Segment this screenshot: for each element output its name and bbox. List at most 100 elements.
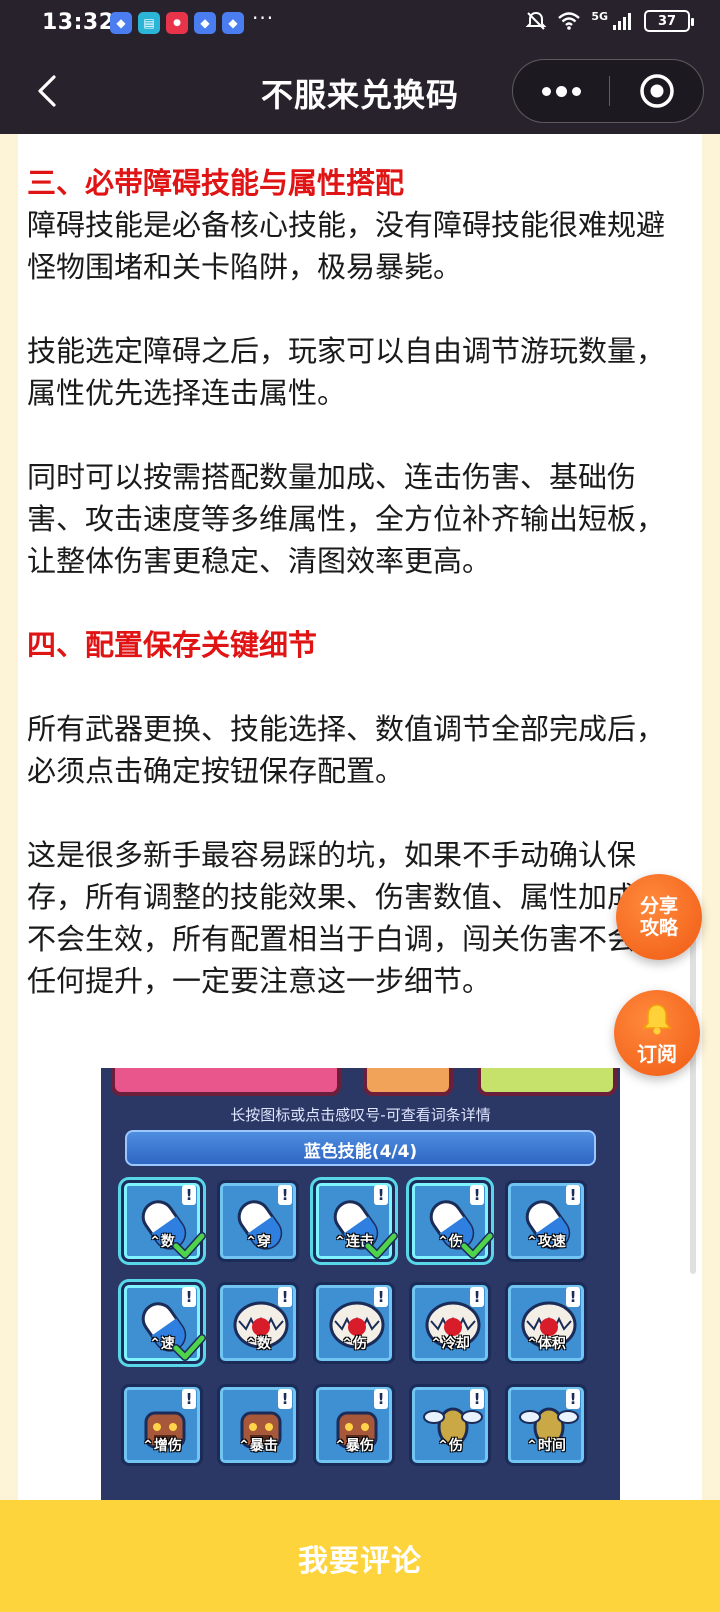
bottom-comment-bar[interactable]: 我要评论 [0,1500,720,1612]
status-time: 13:32 [42,10,115,35]
info-exclamation-icon[interactable]: ! [182,1185,196,1205]
skill-card-drone[interactable]: ! ⌃时间 [505,1384,587,1466]
info-exclamation-icon[interactable]: ! [374,1185,388,1205]
skill-label: ⌃时间 [526,1438,566,1454]
info-exclamation-icon[interactable]: ! [182,1287,196,1307]
status-bar: 13:32 ◆ ▤ ● ◆ ◆ ··· 5G 37 [0,0,720,48]
skill-label: ⌃伤 [437,1438,463,1454]
subscribe-button[interactable]: 订阅 [614,990,700,1076]
checkmark-icon [364,1231,398,1265]
game-banner [477,1068,617,1096]
paragraph: 技能选定障碍之后，玩家可以自由调节游玩数量，属性优先选择连击属性。 [27,334,666,410]
share-guide-button[interactable]: 分享 攻略 [616,874,702,960]
info-exclamation-icon[interactable]: ! [566,1185,580,1205]
info-exclamation-icon[interactable]: ! [278,1389,292,1409]
skill-section-header: 蓝色技能(4/4) [125,1130,596,1166]
skill-card-trap[interactable]: ! ⌃数 [217,1282,299,1364]
book-app-icon: ▤ [138,12,160,34]
skill-card-capsule[interactable]: ! ⌃数 [121,1180,206,1265]
info-exclamation-icon[interactable]: ! [470,1389,484,1409]
info-exclamation-icon[interactable]: ! [182,1389,196,1409]
wifi-icon [558,12,581,30]
more-dot-icon [555,85,567,97]
skill-label: ⌃攻速 [526,1234,566,1250]
paragraph: 这是很多新手最容易踩的坑，如果不手动确认保存，所有调整的技能效果、伤害数值、属性… [27,838,666,998]
skill-card-capsule[interactable]: ! ⌃穿 [217,1180,299,1262]
share-label-line2: 攻略 [639,917,678,939]
title-bar: 不服来兑换码 [0,48,720,134]
status-notification-icons: ◆ ▤ ● ◆ ◆ [110,12,244,34]
skill-card-trap[interactable]: ! ⌃冷却 [409,1282,491,1364]
info-exclamation-icon[interactable]: ! [470,1185,484,1205]
skill-section-title: 蓝色技能(4/4) [303,1142,418,1162]
info-exclamation-icon[interactable]: ! [566,1287,580,1307]
game-top-banners [101,1068,620,1098]
skill-label: ⌃暴击 [238,1438,278,1454]
paragraph: 所有武器更换、技能选择、数值调节全部完成后，必须点击确定按钮保存配置。 [27,712,666,788]
more-notifications-icon: ··· [252,6,275,30]
app-notification-icon: ◆ [110,12,132,34]
more-dot-icon [571,86,581,96]
battery-level: 37 [657,13,677,29]
skill-label: ⌃穿 [245,1234,271,1250]
skill-grid: ! ⌃数! ⌃穿! ⌃连击! ⌃伤! ⌃攻速! ⌃速! ⌃数! ⌃伤! ⌃冷却! ⌃体积! ⌃增伤! ⌃… [121,1180,601,1500]
checkmark-icon [172,1231,206,1265]
info-exclamation-icon[interactable]: ! [374,1389,388,1409]
section-heading-3: 三、必带障碍技能与属性搭配 [27,166,405,200]
skill-card-totem[interactable]: ! ⌃暴伤 [313,1384,395,1466]
status-right-icons: 5G 37 [525,9,694,32]
more-dot-icon [541,86,551,96]
close-mini-program-button[interactable] [609,60,705,122]
game-banner [111,1068,341,1096]
info-exclamation-icon[interactable]: ! [278,1287,292,1307]
info-exclamation-icon[interactable]: ! [566,1389,580,1409]
skill-label: ⌃冷却 [430,1336,470,1352]
skill-label: ⌃暴伤 [334,1438,374,1454]
network-type: 5G [591,9,608,23]
share-label-line1: 分享 [639,895,678,917]
info-exclamation-icon[interactable]: ! [470,1287,484,1307]
info-exclamation-icon[interactable]: ! [278,1185,292,1205]
mini-program-capsule [512,59,704,123]
game-banner [363,1068,453,1096]
skill-card-capsule[interactable]: ! ⌃伤 [409,1180,494,1265]
battery-indicator: 37 [644,10,694,32]
checkmark-icon [172,1333,206,1367]
skill-card-totem[interactable]: ! ⌃增伤 [121,1384,203,1466]
skill-card-capsule[interactable]: ! ⌃连击 [313,1180,398,1265]
scrollbar[interactable] [690,914,696,1274]
paragraph: 同时可以按需搭配数量加成、连击伤害、基础伤害、攻击速度等多维属性，全方位补齐输出… [27,460,666,578]
target-close-icon [640,74,674,108]
skill-card-capsule[interactable]: ! ⌃速 [121,1282,206,1367]
skill-card-trap[interactable]: ! ⌃体积 [505,1282,587,1364]
info-exclamation-icon[interactable]: ! [374,1287,388,1307]
subscribe-label: 订阅 [637,1042,677,1066]
game-hint-text: 长按图标或点击感叹号-可查看词条详情 [230,1106,491,1124]
skill-card-drone[interactable]: ! ⌃伤 [409,1384,491,1466]
checkmark-icon [460,1231,494,1265]
skill-card-trap[interactable]: ! ⌃伤 [313,1282,395,1364]
skill-card-totem[interactable]: ! ⌃暴击 [217,1384,299,1466]
more-menu-button[interactable] [513,60,609,122]
app-notification-icon: ◆ [194,12,216,34]
paragraph: 障碍技能是必备核心技能，没有障碍技能很难规避怪物围堵和关卡陷阱，极易暴毙。 [27,208,666,284]
skill-card-capsule[interactable]: ! ⌃攻速 [505,1180,587,1262]
mute-bell-icon [525,11,547,30]
skill-label: ⌃伤 [341,1336,367,1352]
game-screenshot-image[interactable]: 长按图标或点击感叹号-可查看词条详情 蓝色技能(4/4) ! ⌃数! ⌃穿! ⌃连击!… [101,1068,620,1500]
bell-icon [642,1004,672,1035]
skill-label: ⌃体积 [526,1336,566,1352]
article-content: 三、必带障碍技能与属性搭配 障碍技能是必备核心技能，没有障碍技能很难规避怪物围堵… [27,162,667,1002]
skill-label: ⌃增伤 [142,1438,182,1454]
section-heading-4: 四、配置保存关键细节 [27,628,318,662]
red-app-icon: ● [166,12,188,34]
signal-icon [613,13,631,30]
app-notification-icon: ◆ [222,12,244,34]
comment-button[interactable]: 我要评论 [0,1536,720,1580]
skill-label: ⌃数 [245,1336,271,1352]
